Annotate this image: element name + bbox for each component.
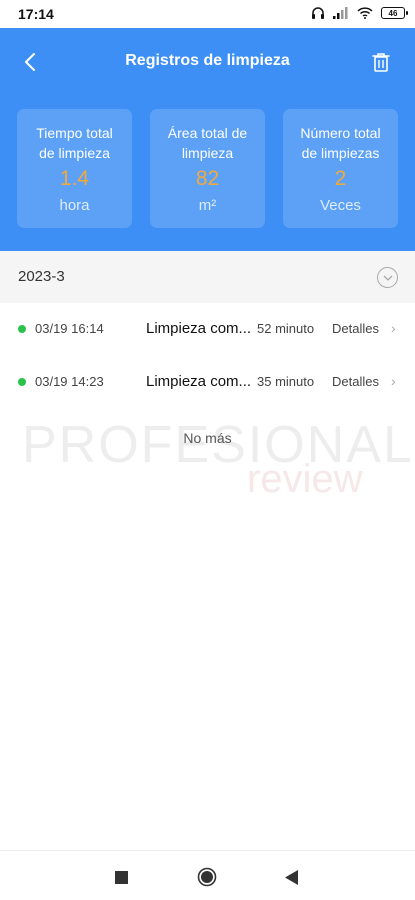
record-name: Limpieza com...: [146, 320, 252, 337]
wifi-icon: [357, 7, 373, 19]
record-row[interactable]: 03/19 16:14 Limpieza com... 52 minuto De…: [0, 303, 415, 355]
stat-card-total-cleanings: Número total de limpiezas 2 Veces: [283, 109, 398, 228]
home-button[interactable]: [196, 866, 218, 888]
headphones-icon: [312, 7, 324, 19]
header: Registros de limpieza Tiempo total de lim…: [0, 28, 415, 251]
stat-label: Número total de limpiezas: [300, 125, 381, 161]
month-expand-button[interactable]: [377, 267, 398, 288]
record-duration: 52 minuto: [257, 321, 315, 336]
stat-value: 1.4: [59, 167, 90, 190]
record-duration: 35 minuto: [257, 374, 315, 389]
record-datetime: 03/19 16:14: [35, 321, 104, 336]
record-details-link[interactable]: Detalles: [332, 321, 379, 336]
stat-card-total-area: Área total de limpieza 82 m²: [150, 109, 265, 228]
stat-value: 2: [334, 167, 347, 190]
recents-button[interactable]: [110, 866, 132, 888]
stat-label: Tiempo total de limpieza: [36, 125, 113, 161]
record-name: Limpieza com...: [146, 373, 252, 390]
chevron-right-icon: ›: [391, 320, 396, 336]
status-bar: 17:14 46: [0, 0, 415, 28]
status-dot: [18, 325, 26, 333]
page-title: Registros de limpieza: [125, 52, 290, 69]
stat-value: 82: [195, 167, 220, 190]
square-icon: [114, 870, 128, 884]
record-datetime: 03/19 14:23: [35, 374, 104, 389]
stat-card-total-time: Tiempo total de limpieza 1.4 hora: [17, 109, 132, 228]
stat-unit: m²: [198, 197, 217, 214]
watermark-bottom-text: review: [247, 457, 363, 501]
status-icons: 46: [311, 6, 408, 20]
month-label: 2023-3: [18, 268, 65, 285]
chevron-down-icon: [383, 275, 392, 281]
stat-label: Área total de limpieza: [167, 125, 248, 161]
no-more-label: No más: [183, 430, 232, 446]
back-nav-button[interactable]: [281, 866, 303, 888]
watermark: PROFESIONAL review: [22, 415, 412, 501]
stat-unit: Veces: [320, 197, 361, 214]
battery-icon: 46: [381, 7, 408, 19]
status-dot: [18, 378, 26, 386]
stat-unit: hora: [59, 197, 90, 214]
record-details-link[interactable]: Detalles: [332, 374, 379, 389]
month-section-header: 2023-3: [0, 251, 415, 303]
signal-icon: [333, 7, 348, 19]
triangle-left-icon: [285, 869, 298, 885]
chevron-right-icon: ›: [391, 373, 396, 389]
circle-icon: [197, 867, 217, 887]
system-navigation-bar: [0, 850, 415, 900]
status-time: 17:14: [18, 6, 54, 22]
delete-button[interactable]: [367, 48, 395, 76]
record-row[interactable]: 03/19 14:23 Limpieza com... 35 minuto De…: [0, 356, 415, 408]
trash-icon: [372, 53, 390, 72]
